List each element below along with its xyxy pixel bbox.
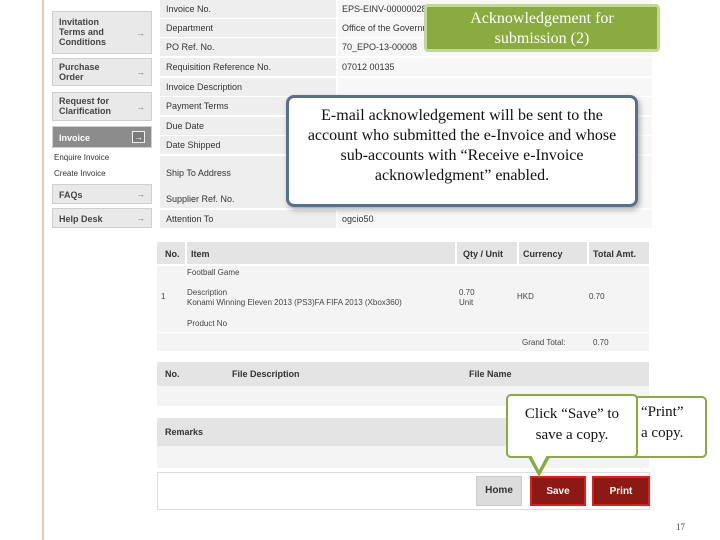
slide-title-line: submission (2) xyxy=(494,30,590,47)
column-header-file-description: File Description xyxy=(232,369,300,379)
sidebar-item-label: FAQs xyxy=(59,190,83,200)
arrow-right-icon: → xyxy=(136,101,145,112)
form-label: Invoice No. xyxy=(166,4,212,14)
email-acknowledgement-callout: E-mail acknowledgement will be sent to t… xyxy=(286,95,638,207)
arrow-right-icon: → xyxy=(136,189,145,199)
remarks-label: Remarks xyxy=(165,427,204,437)
column-divider xyxy=(517,242,519,264)
sidebar-subitem-create-invoice[interactable]: Create Invoice xyxy=(54,169,106,178)
arrow-right-icon: → xyxy=(136,213,145,223)
grand-total-row: Grand Total: 0.70 xyxy=(157,333,649,351)
column-header-item: Item xyxy=(191,249,210,259)
form-value: 07012 00135 xyxy=(336,58,652,76)
column-header-total: Total Amt. xyxy=(593,249,636,259)
sidebar-item-help-desk[interactable]: Help Desk → xyxy=(52,208,152,228)
item-category: Football Game xyxy=(187,268,240,277)
item-unit: Unit xyxy=(459,298,474,307)
form-value[interactable] xyxy=(336,78,652,96)
form-label: Date Shipped xyxy=(166,140,221,150)
home-button[interactable]: Home xyxy=(476,476,522,506)
form-label: Due Date xyxy=(166,121,205,131)
form-row-attention-to: Attention To ogcio50 xyxy=(160,210,652,229)
save-button[interactable]: Save xyxy=(530,476,586,506)
slide-title-callout: Acknowledgement for submission (2) xyxy=(424,4,660,52)
sidebar-item-purchase-order[interactable]: Purchase Order → xyxy=(52,58,152,86)
arrow-right-icon: → xyxy=(132,131,145,143)
form-label: Invoice Description xyxy=(166,82,243,92)
column-divider xyxy=(587,242,589,264)
grand-total-value: 0.70 xyxy=(593,338,609,347)
form-value-text: 07012 00135 xyxy=(342,62,395,72)
item-product-no-label: Product No xyxy=(187,319,228,328)
column-header-file-no: No. xyxy=(165,369,180,379)
column-header-no: No. xyxy=(165,249,180,259)
form-label: Ship To Address xyxy=(166,168,231,178)
save-callout-pointer-fill xyxy=(531,455,547,470)
form-label: Attention To xyxy=(166,214,214,224)
column-divider xyxy=(185,242,187,264)
item-total: 0.70 xyxy=(589,292,605,301)
item-desc-label: Description xyxy=(187,288,228,297)
left-rule xyxy=(42,0,44,540)
item-row: Football Game 1 Description Konami Winni… xyxy=(157,266,649,332)
column-divider xyxy=(455,242,457,264)
column-header-currency: Currency xyxy=(523,249,563,259)
sidebar-item-label: Help Desk xyxy=(59,214,103,224)
form-row-requisition-ref: Requisition Reference No. 07012 00135 xyxy=(160,58,652,77)
sidebar-item-label: Request for Clarification xyxy=(59,96,112,116)
sidebar-item-clarification[interactable]: Request for Clarification → xyxy=(52,92,152,121)
form-value-text: EPS-EINV-00000028 xyxy=(342,4,427,14)
form-label: Department xyxy=(166,23,214,33)
item-no: 1 xyxy=(161,292,166,301)
item-currency: HKD xyxy=(517,292,534,301)
form-label: Requisition Reference No. xyxy=(166,62,272,72)
item-description: Konami Winning Eleven 2013 (PS3)FA FIFA … xyxy=(187,298,402,307)
column-header-qty: Qty / Unit xyxy=(463,249,503,259)
files-table-header: No. File Description File Name xyxy=(157,362,649,386)
column-header-file-name: File Name xyxy=(469,369,512,379)
sidebar-item-faqs[interactable]: FAQs → xyxy=(52,184,152,204)
form-label: PO Ref. No. xyxy=(166,42,215,52)
sidebar-item-terms[interactable]: Invitation Terms and Conditions → xyxy=(52,11,152,54)
form-value-text: 70_EPO-13-00008 xyxy=(342,42,418,52)
form-label: Supplier Ref. No. xyxy=(166,194,235,204)
sidebar-subitem-enquire-invoice[interactable]: Enquire Invoice xyxy=(54,153,109,162)
print-button[interactable]: Print xyxy=(592,476,650,506)
arrow-right-icon: → xyxy=(136,27,145,38)
grand-total-label: Grand Total: xyxy=(522,338,566,347)
sidebar-item-label: Invoice xyxy=(59,133,91,143)
save-callout: Click “Save” to save a copy. xyxy=(506,394,638,458)
slide-title-line: Acknowledgement for xyxy=(470,10,614,27)
form-label: Payment Terms xyxy=(166,101,229,111)
sidebar-item-label: Invitation Terms and Conditions xyxy=(59,17,106,47)
form-value-text: ogcio50 xyxy=(342,214,374,224)
arrow-right-icon: → xyxy=(136,67,145,77)
sidebar-item-label: Purchase Order xyxy=(59,62,100,82)
page-number: 17 xyxy=(676,522,685,532)
form-value: ogcio50 xyxy=(336,210,652,228)
item-qty: 0.70 xyxy=(459,288,475,297)
item-table-header xyxy=(157,242,649,264)
sidebar-item-invoice[interactable]: Invoice → xyxy=(52,126,152,148)
